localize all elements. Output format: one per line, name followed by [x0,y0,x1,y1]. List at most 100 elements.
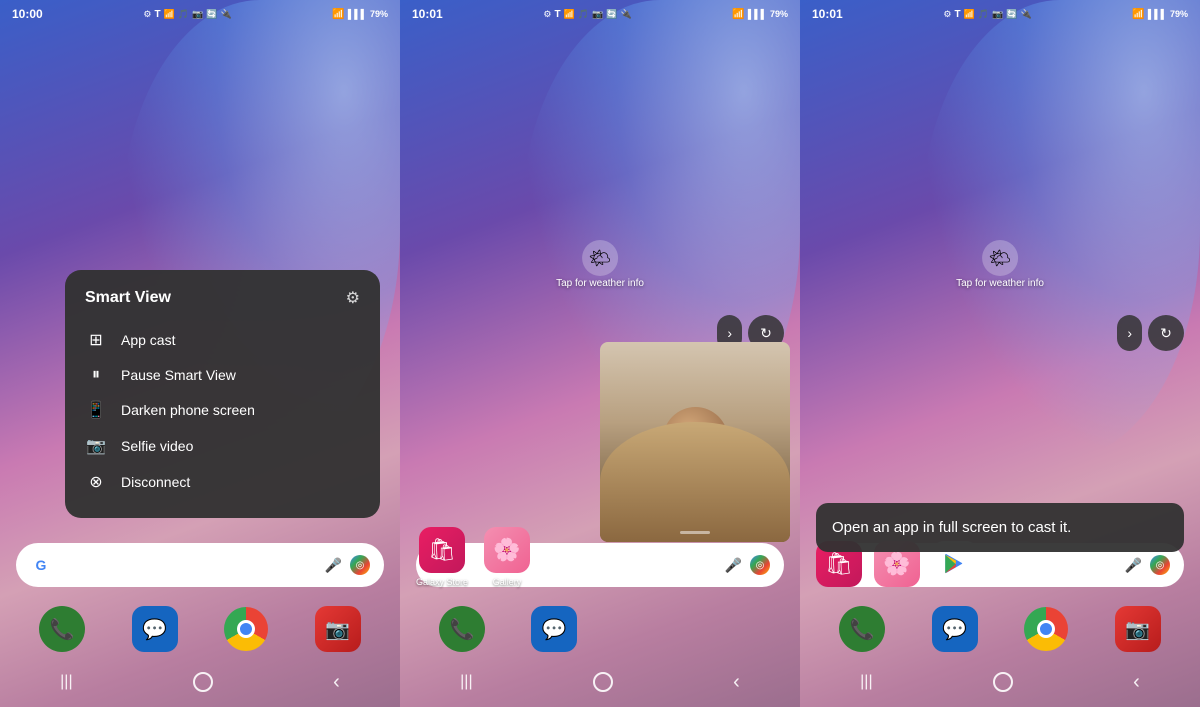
galaxy-store-label-2: Galaxy Store [416,577,468,587]
chrome-app-1[interactable] [224,607,268,651]
menu-item-app-cast[interactable]: ⊞ App cast [85,322,360,358]
forward-btn-3[interactable]: › [1117,315,1142,351]
weather-widget-3[interactable]: 🌤 Tap for weather info [956,240,1044,289]
weather-icon-2: 🌤 [582,240,618,276]
home-btn-2[interactable] [593,672,613,692]
phone-app-1[interactable]: 📞 [39,606,85,652]
status-icons-2: ⚙ T 📶 🎵 📷 🔄 🔌 [543,9,631,20]
galaxy-store-app-2[interactable]: 🛍 Galaxy Store [416,527,468,587]
status-icons-3: ⚙ T 📶 🎵 📷 🔄 🔌 [943,9,1031,20]
phone-app-2[interactable]: 📞 [439,606,485,652]
media-icon-3: 🎵 [978,9,989,20]
recents-btn-1[interactable]: ||| [60,673,72,691]
media-icon: 🎵 [178,9,189,20]
menu-item-disconnect[interactable]: ⊗ Disconnect [85,464,360,500]
selfie-icon: 📷 [85,436,107,456]
search-bar-1[interactable]: G 🎤 ◎ [16,543,384,587]
phone-panel-3: 10:01 ⚙ T 📶 🎵 📷 🔄 🔌 📶 ▌▌▌ 79% 🌤 Tap for … [800,0,1200,707]
menu-item-selfie[interactable]: 📷 Selfie video [85,428,360,464]
gallery-app-2[interactable]: 🌸 Gallery [484,527,530,587]
darken-label: Darken phone screen [121,402,255,418]
status-bar-3: 10:01 ⚙ T 📶 🎵 📷 🔄 🔌 📶 ▌▌▌ 79% [800,0,1200,28]
home-btn-3[interactable] [993,672,1013,692]
drag-handle[interactable] [680,531,710,534]
darken-icon: 📱 [85,400,107,420]
app-row-2: 🛍 Galaxy Store 🌸 Gallery [416,527,530,587]
status-icons-1: ⚙ T 📶 🎵 📷 🔄 🔌 [143,9,231,20]
mic-icon-3[interactable]: 🎤 [1125,557,1142,574]
camera-app-3[interactable]: 📷 [1115,606,1161,652]
cast-icon: ⊞ [85,330,107,350]
battery-2: 79% [770,9,788,19]
gallery-label-2: Gallery [493,577,522,587]
photo-icon: 📷 [192,9,203,20]
settings-icon: ⚙ [143,9,151,20]
menu-item-pause[interactable]: ⏸ Pause Smart View [85,358,360,392]
home-btn-1[interactable] [193,672,213,692]
wifi-icon-1: 📶 [332,9,344,20]
usb-icon-3: 🔌 [1020,9,1031,20]
popup-title: Smart View [85,289,171,307]
messages-app-2[interactable]: 💬 [531,606,577,652]
person-body [600,422,790,542]
battery-1: 79% [370,9,388,19]
back-btn-2[interactable]: ‹ [733,671,740,694]
lens-icon-1[interactable]: ◎ [350,555,370,575]
smart-view-popup: Smart View ⚙ ⊞ App cast ⏸ Pause Smart Vi… [65,270,380,518]
bottom-dock-3: 📞 💬 📷 [800,606,1200,652]
media-icon-2: 🎵 [578,9,589,20]
pause-label: Pause Smart View [121,367,236,383]
mic-icon-1[interactable]: 🎤 [325,557,342,574]
signal-icon-2: 📶 [564,9,575,20]
selfie-label: Selfie video [121,438,193,454]
nav-bar-3: ||| ‹ [800,657,1200,707]
video-content [600,342,790,542]
chrome-inner-3 [1037,620,1055,638]
sun-cloud-icon-2: 🌤 [589,248,612,269]
signal-bars-2: ▌▌▌ [748,9,767,19]
cast-rotate-btn-3[interactable]: ↻ [1148,315,1184,351]
chrome-app-3[interactable] [1024,607,1068,651]
weather-widget-2[interactable]: 🌤 Tap for weather info [556,240,644,289]
messages-app-1[interactable]: 💬 [132,606,178,652]
t-icon-2: T [554,9,560,20]
t-icon: T [154,9,160,20]
signal-icon: 📶 [164,9,175,20]
recents-btn-2[interactable]: ||| [460,673,472,691]
weather-icon-3: 🌤 [982,240,1018,276]
popup-header: Smart View ⚙ [85,288,360,308]
back-btn-1[interactable]: ‹ [333,671,340,694]
cast-icon-3: ↻ [1160,325,1172,342]
usb-icon: 🔌 [220,9,231,20]
placeholder-3 [715,606,761,652]
lens-icon-3[interactable]: ◎ [1150,555,1170,575]
phone-app-3[interactable]: 📞 [839,606,885,652]
status-right-3: 📶 ▌▌▌ 79% [1132,9,1188,20]
recents-btn-3[interactable]: ||| [860,673,872,691]
status-bar-1: 10:00 ⚙ T 📶 🎵 📷 🔄 🔌 📶 ▌▌▌ 79% [0,0,400,28]
bg-decoration-3 [920,0,1200,460]
signal-bars-3: ▌▌▌ [1148,9,1167,19]
menu-item-darken[interactable]: 📱 Darken phone screen [85,392,360,428]
status-time-2: 10:01 [412,7,443,21]
back-btn-3[interactable]: ‹ [1133,671,1140,694]
gear-icon[interactable]: ⚙ [346,288,360,308]
gallery-icon-2: 🌸 [484,527,530,573]
lens-icon-2[interactable]: ◎ [750,555,770,575]
mic-icon-2[interactable]: 🎤 [725,557,742,574]
photo-icon-2: 📷 [592,9,603,20]
camera-app-1[interactable]: 📷 [315,606,361,652]
status-bar-2: 10:01 ⚙ T 📶 🎵 📷 🔄 🔌 📶 ▌▌▌ 79% [400,0,800,28]
weather-label-2: Tap for weather info [556,278,644,289]
wifi-icon-3: 📶 [1132,9,1144,20]
bottom-dock-1: 📞 💬 📷 [0,606,400,652]
status-time-1: 10:00 [12,7,43,21]
wifi-icon-2: 📶 [732,9,744,20]
sync-icon-3: 🔄 [1006,9,1017,20]
galaxy-store-icon-2: 🛍 [419,527,465,573]
messages-app-3[interactable]: 💬 [932,606,978,652]
nav-bar-2: ||| ‹ [400,657,800,707]
status-right-1: 📶 ▌▌▌ 79% [332,9,388,20]
phone-panel-2: 10:01 ⚙ T 📶 🎵 📷 🔄 🔌 📶 ▌▌▌ 79% 🌤 Tap for … [400,0,800,707]
t-icon-3: T [954,9,960,20]
